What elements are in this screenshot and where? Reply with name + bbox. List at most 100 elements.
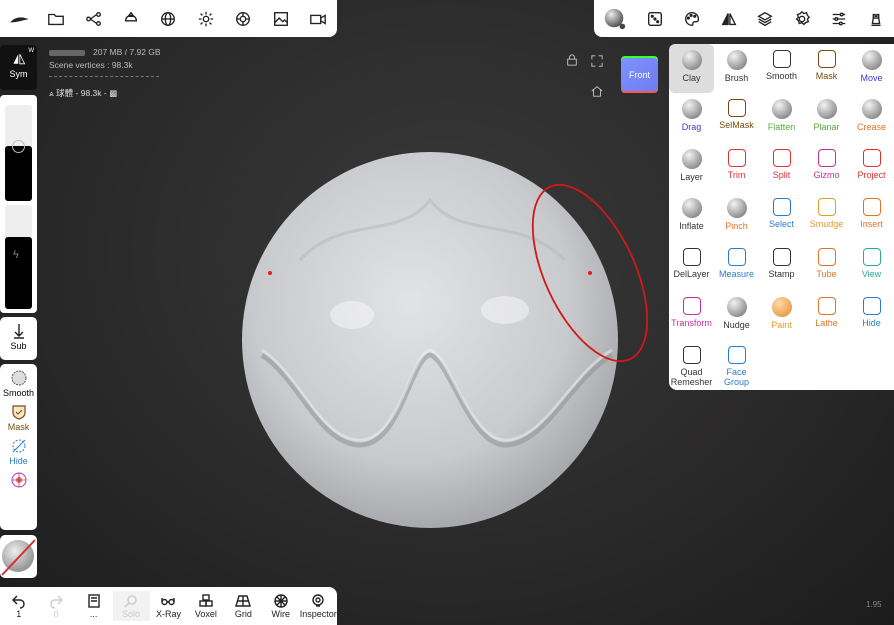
tool-smooth[interactable]: Smooth (759, 44, 804, 93)
mask-icon (817, 50, 836, 68)
grid-label: Grid (234, 609, 252, 619)
wire-button[interactable]: Wire (262, 593, 299, 619)
tool-label: Brush (724, 73, 749, 83)
solo-button[interactable]: Solo (112, 591, 150, 621)
tool-insert[interactable]: Insert (849, 192, 894, 241)
hide-icon (862, 296, 881, 315)
tool-dellayer[interactable]: DelLayer (669, 242, 714, 291)
redo-icon (50, 595, 64, 609)
tool-quad-remesher[interactable]: Quad Remesher (669, 340, 714, 389)
tool-planar[interactable]: Planar (804, 93, 849, 142)
paint-sphere-icon (771, 296, 792, 317)
tools-panel: Clay Brush Smooth Mask Move Drag SelMask Flatte… (669, 44, 894, 390)
tool-label: Hide (862, 317, 881, 328)
tool-smudge[interactable]: Smudge (804, 192, 849, 241)
redo-count: 0 (53, 609, 59, 619)
tool-hide[interactable]: Hide (849, 291, 894, 340)
notebook-label: ... (89, 609, 98, 619)
tool-transform[interactable]: Transform (669, 291, 714, 340)
tool-label: DelLayer (673, 268, 710, 279)
tool-split[interactable]: Split (759, 143, 804, 192)
fullscreen-icon[interactable] (591, 54, 603, 72)
pinch-sphere-icon (726, 198, 747, 219)
crease-sphere-icon (861, 99, 882, 120)
voxel-button[interactable]: Voxel (187, 593, 224, 619)
tool-trim[interactable]: Trim (714, 143, 759, 192)
tool-label: Select (768, 219, 794, 230)
measure-icon (727, 247, 746, 266)
tool-label: Flatten (767, 122, 796, 133)
flatten-sphere-icon (771, 99, 792, 120)
symmetry-point-left (268, 271, 272, 275)
tool-label: Trim (727, 169, 746, 180)
tool-label: Inflate (679, 221, 704, 232)
tool-face-group[interactable]: Face Group (714, 340, 759, 389)
tool-mask[interactable]: Mask (804, 44, 849, 93)
tool-crease[interactable]: Crease (849, 93, 894, 142)
tool-inflate[interactable]: Inflate (669, 192, 714, 241)
tool-label: SelMask (719, 120, 754, 131)
tool-flatten[interactable]: Flatten (759, 93, 804, 142)
tool-project[interactable]: Project (849, 143, 894, 192)
voxel-label: Voxel (194, 609, 217, 619)
tool-nudge[interactable]: Nudge (714, 291, 759, 340)
tool-pinch[interactable]: Pinch (714, 192, 759, 241)
tool-layer[interactable]: Layer (669, 143, 714, 192)
face-group-icon (727, 346, 746, 365)
smudge-icon (817, 198, 836, 217)
view-cube[interactable]: Front (621, 56, 658, 93)
select-icon (772, 198, 791, 217)
search-icon (124, 595, 137, 608)
notebook-button[interactable]: ... (75, 593, 112, 619)
grid-button[interactable]: Grid (225, 593, 262, 619)
tool-lathe[interactable]: Lathe (804, 291, 849, 340)
tool-label: Pinch (725, 221, 748, 232)
undo-button[interactable]: 1 (0, 593, 37, 619)
tool-label: Nudge (723, 319, 750, 330)
tool-label: Transform (671, 317, 712, 328)
nudge-sphere-icon (726, 296, 747, 317)
inspector-button[interactable]: Inspector (300, 593, 337, 619)
tool-label: Clay (682, 73, 701, 83)
tool-label: Crease (856, 122, 886, 133)
tool-view[interactable]: View (849, 242, 894, 291)
tool-label: Quad Remesher (670, 367, 713, 387)
tool-select[interactable]: Select (759, 192, 804, 241)
tool-label: Move (860, 73, 883, 83)
tool-label: Face Group (723, 367, 749, 387)
tool-label: View (861, 268, 882, 279)
drag-sphere-icon (681, 99, 702, 120)
planar-sphere-icon (816, 99, 837, 120)
tool-clay[interactable]: Clay (669, 44, 714, 94)
tool-move[interactable]: Move (849, 44, 894, 93)
lathe-icon (817, 296, 836, 315)
xray-button[interactable]: X-Ray (150, 593, 187, 619)
tool-stamp[interactable]: Stamp (759, 242, 804, 291)
lock-icon[interactable] (566, 54, 578, 69)
wire-icon (274, 594, 288, 608)
insert-icon (862, 198, 881, 217)
tool-tube[interactable]: Tube (804, 242, 849, 291)
move-sphere-icon (861, 50, 882, 70)
tube-icon (817, 247, 836, 266)
trim-icon (727, 148, 746, 167)
dellayer-icon (682, 247, 701, 266)
home-icon[interactable] (591, 84, 603, 102)
tool-selmask[interactable]: SelMask (714, 93, 759, 142)
tool-gizmo[interactable]: Gizmo (804, 143, 849, 192)
tool-label: Split (772, 169, 791, 180)
symmetry-point-right (588, 271, 592, 275)
notebook-icon (87, 594, 100, 608)
redo-button[interactable]: 0 (38, 593, 75, 619)
voxel-icon (199, 594, 213, 607)
inflate-sphere-icon (681, 198, 702, 219)
tool-label: Measure (718, 268, 754, 279)
tool-brush[interactable]: Brush (714, 44, 759, 93)
tool-drag[interactable]: Drag (669, 93, 714, 142)
layer-sphere-icon (681, 148, 702, 169)
sculpt-sphere[interactable] (242, 152, 618, 528)
tool-measure[interactable]: Measure (714, 242, 759, 291)
tool-paint[interactable]: Paint (759, 291, 804, 340)
brush-sphere-icon (726, 50, 747, 70)
undo-count: 1 (16, 609, 22, 619)
